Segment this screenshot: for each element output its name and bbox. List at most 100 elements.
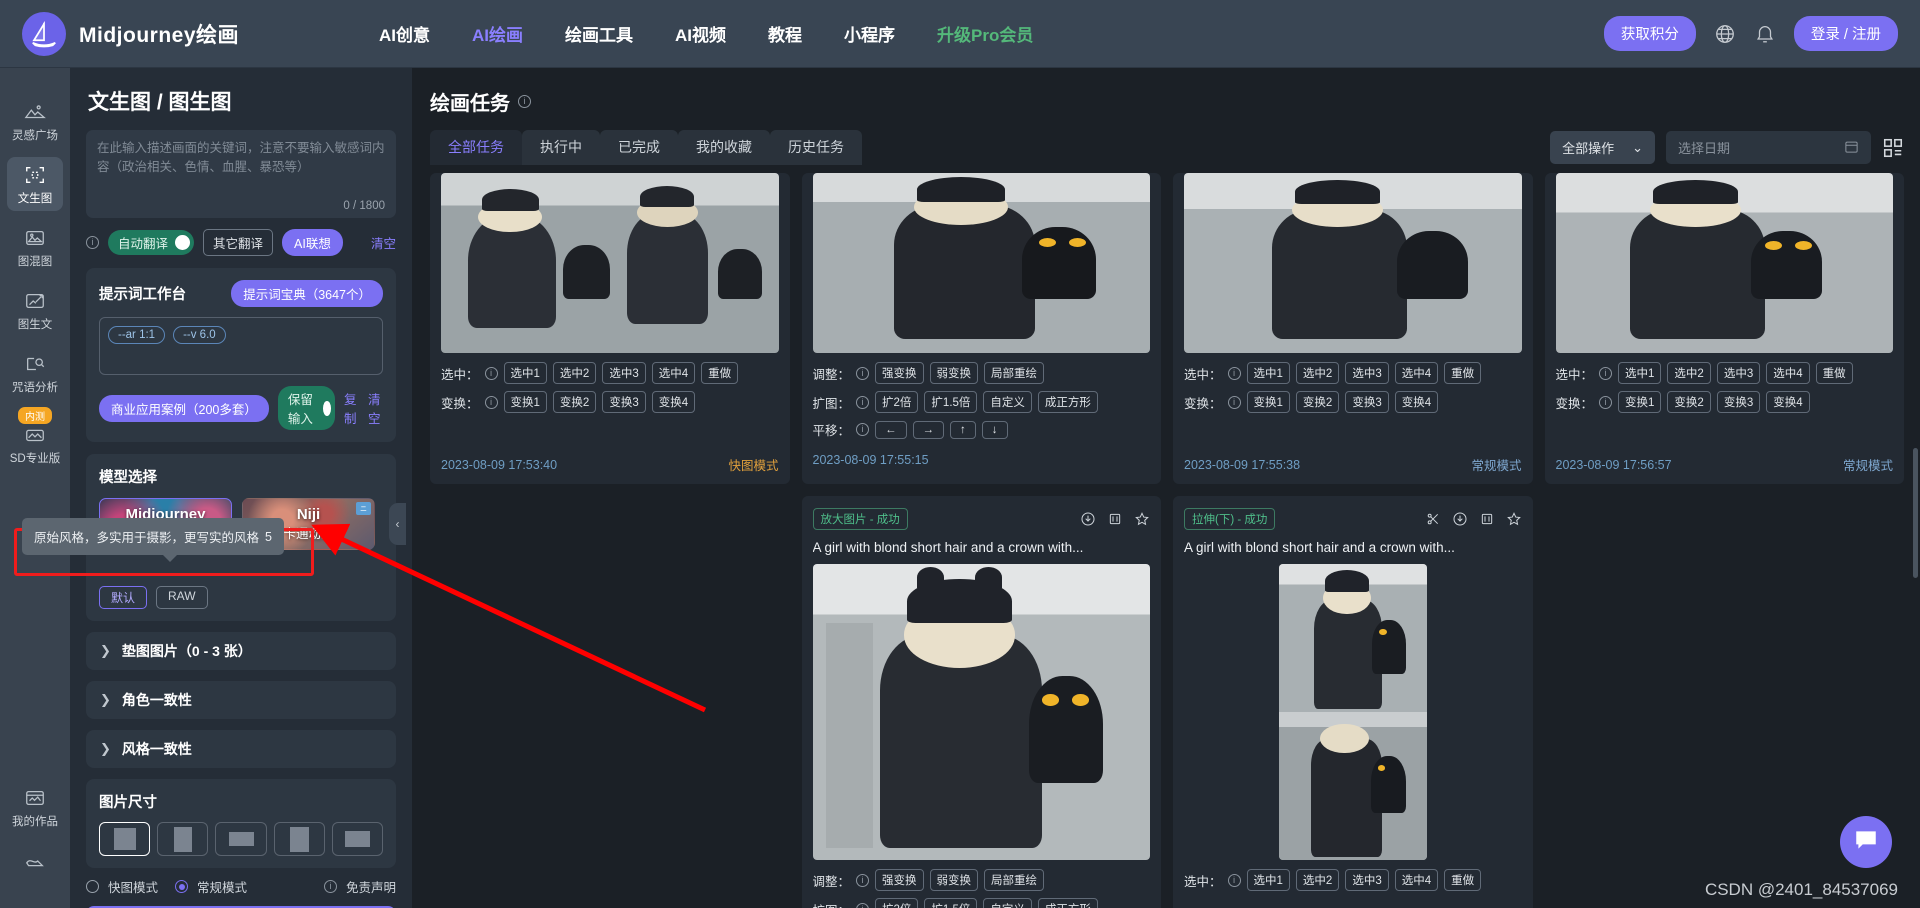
task-thumbnail[interactable] (1184, 173, 1522, 353)
other-translate-button[interactable]: 其它翻译 (203, 229, 274, 256)
action-select-2[interactable]: 选中2 (1667, 362, 1711, 384)
action-zoom-1-5x[interactable]: 扩1.5倍 (924, 898, 978, 908)
date-picker-input[interactable]: 选择日期 (1666, 131, 1871, 164)
info-icon[interactable]: i (1227, 366, 1241, 380)
action-transform-4[interactable]: 变换4 (1394, 391, 1439, 413)
action-zoom-2x[interactable]: 扩2倍 (875, 898, 919, 908)
style-pill-default[interactable]: 默认 (99, 586, 148, 609)
get-credits-button[interactable]: 获取积分 (1603, 16, 1696, 51)
task-card[interactable]: 调整： i 强变换 弱变换 局部重绘 扩图： i 扩2倍 扩1.5倍 自定义 成… (801, 173, 1161, 484)
radio-normal-mode[interactable] (175, 880, 189, 893)
operation-filter-select[interactable]: 全部操作 ⌄ (1550, 131, 1655, 164)
action-transform-4[interactable]: 变换4 (1766, 391, 1810, 413)
action-select-2[interactable]: 选中2 (1295, 362, 1340, 384)
action-select-3[interactable]: 选中3 (602, 362, 646, 384)
prompt-tag-area[interactable]: --ar 1:1 --v 6.0 (99, 317, 383, 375)
globe-icon[interactable] (1714, 23, 1736, 45)
action-inpaint[interactable]: 局部重绘 (984, 362, 1045, 384)
delete-icon[interactable] (1107, 511, 1123, 527)
size-option-4-3[interactable] (331, 822, 384, 856)
info-icon[interactable]: i (856, 902, 870, 908)
action-pan-down[interactable]: ↓ (981, 420, 1008, 439)
size-option-3-4[interactable] (273, 822, 325, 856)
action-select-4[interactable]: 选中4 (1394, 869, 1439, 891)
action-select-2[interactable]: 选中2 (552, 362, 597, 384)
action-transform-1[interactable]: 变换1 (1618, 391, 1662, 413)
commercial-cases-button[interactable]: 商业应用案例（200多套） (99, 394, 269, 422)
ai-associate-button[interactable]: AI联想 (282, 229, 343, 256)
keep-input-toggle[interactable]: 保留输入 (277, 386, 336, 430)
accordion-style-consistency[interactable]: ❯ 风格一致性 (86, 730, 396, 768)
action-select-1[interactable]: 选中1 (1246, 362, 1290, 384)
action-transform-1[interactable]: 变换1 (1246, 391, 1290, 413)
chat-support-button[interactable] (1840, 816, 1892, 868)
nav-item-ai-creative[interactable]: AI创意 (379, 21, 430, 46)
task-card[interactable]: 选中： i 选中1 选中2 选中3 选中4 重做 变换： i 变换1 变换2 变… (1173, 173, 1533, 484)
action-select-3[interactable]: 选中3 (1345, 362, 1389, 384)
action-custom-zoom[interactable]: 自定义 (983, 391, 1032, 413)
action-subtle-vary[interactable]: 弱变换 (929, 362, 979, 384)
sidebar-item-feedback[interactable] (7, 843, 63, 881)
size-option-1-1[interactable] (99, 822, 151, 856)
action-select-3[interactable]: 选中3 (1345, 869, 1389, 891)
tab-all-tasks[interactable]: 全部任务 (430, 130, 522, 165)
sidebar-item-inspiration[interactable]: 灵感广场 (7, 94, 63, 148)
prompt-tag[interactable]: --ar 1:1 (108, 326, 166, 344)
bell-icon[interactable] (1754, 23, 1776, 45)
clear-workbench-link[interactable]: 清空 (368, 389, 383, 427)
star-icon[interactable] (1506, 511, 1522, 527)
task-card[interactable]: 拉伸(下) - 成功 A girl with blond short hair … (1173, 496, 1533, 908)
action-strong-vary[interactable]: 强变换 (875, 869, 924, 891)
sidebar-item-image-blend[interactable]: 图混图 (7, 220, 63, 274)
action-select-3[interactable]: 选中3 (1716, 362, 1761, 384)
action-redo[interactable]: 重做 (1444, 362, 1482, 384)
nav-item-miniprogram[interactable]: 小程序 (844, 21, 895, 46)
action-pan-right[interactable]: → (912, 420, 945, 439)
sidebar-item-text-to-image[interactable]: 文生图 (7, 157, 63, 211)
nav-item-ai-drawing[interactable]: AI绘画 (472, 21, 523, 46)
grid-view-icon[interactable] (1882, 137, 1904, 159)
action-strong-vary[interactable]: 强变换 (875, 362, 924, 384)
info-icon[interactable]: i (484, 366, 498, 380)
action-transform-2[interactable]: 变换2 (552, 391, 597, 413)
info-icon[interactable]: i (1227, 873, 1241, 887)
action-transform-2[interactable]: 变换2 (1667, 391, 1711, 413)
action-transform-3[interactable]: 变换3 (602, 391, 646, 413)
action-zoom-1-5x[interactable]: 扩1.5倍 (924, 391, 978, 413)
action-custom-zoom[interactable]: 自定义 (983, 898, 1032, 908)
prompt-treasury-button[interactable]: 提示词宝典（3647个） (231, 280, 383, 307)
action-pan-up[interactable]: ↑ (950, 420, 976, 439)
info-icon[interactable]: i (856, 873, 870, 887)
download-icon[interactable] (1080, 511, 1096, 527)
info-icon[interactable]: i (1227, 395, 1241, 409)
star-icon[interactable] (1134, 511, 1150, 527)
action-select-1[interactable]: 选中1 (503, 362, 547, 384)
action-transform-1[interactable]: 变换1 (503, 391, 547, 413)
disclaimer-link[interactable]: 免责声明 (346, 877, 396, 896)
info-icon[interactable]: i (1599, 395, 1613, 409)
action-select-4[interactable]: 选中4 (651, 362, 696, 384)
action-subtle-vary[interactable]: 弱变换 (929, 869, 979, 891)
task-thumbnail[interactable] (1555, 173, 1893, 353)
action-transform-3[interactable]: 变换3 (1345, 391, 1389, 413)
tab-history[interactable]: 历史任务 (770, 130, 862, 165)
accordion-character-consistency[interactable]: ❯ 角色一致性 (86, 681, 396, 719)
action-select-4[interactable]: 选中4 (1394, 362, 1439, 384)
delete-icon[interactable] (1479, 511, 1495, 527)
action-select-4[interactable]: 选中4 (1766, 362, 1810, 384)
action-zoom-2x[interactable]: 扩2倍 (875, 391, 919, 413)
nav-item-drawing-tools[interactable]: 绘画工具 (565, 21, 633, 46)
nav-item-tutorial[interactable]: 教程 (768, 21, 802, 46)
scissors-icon[interactable] (1425, 511, 1441, 527)
size-option-3-2[interactable] (215, 822, 267, 856)
tab-running[interactable]: 执行中 (522, 130, 600, 165)
accordion-reference-images[interactable]: ❯ 垫图图片（0 - 3 张） (86, 632, 396, 670)
info-icon[interactable]: i (484, 395, 498, 409)
info-icon[interactable]: i (856, 366, 870, 380)
sidebar-item-my-works[interactable]: 我的作品 (7, 780, 63, 834)
action-pan-left[interactable]: ← (875, 420, 907, 439)
action-redo[interactable]: 重做 (1444, 869, 1482, 891)
info-icon[interactable]: i (1599, 366, 1613, 380)
tab-completed[interactable]: 已完成 (600, 130, 678, 165)
sidebar-item-sd-pro[interactable]: 内测 SD专业版 (7, 406, 63, 471)
